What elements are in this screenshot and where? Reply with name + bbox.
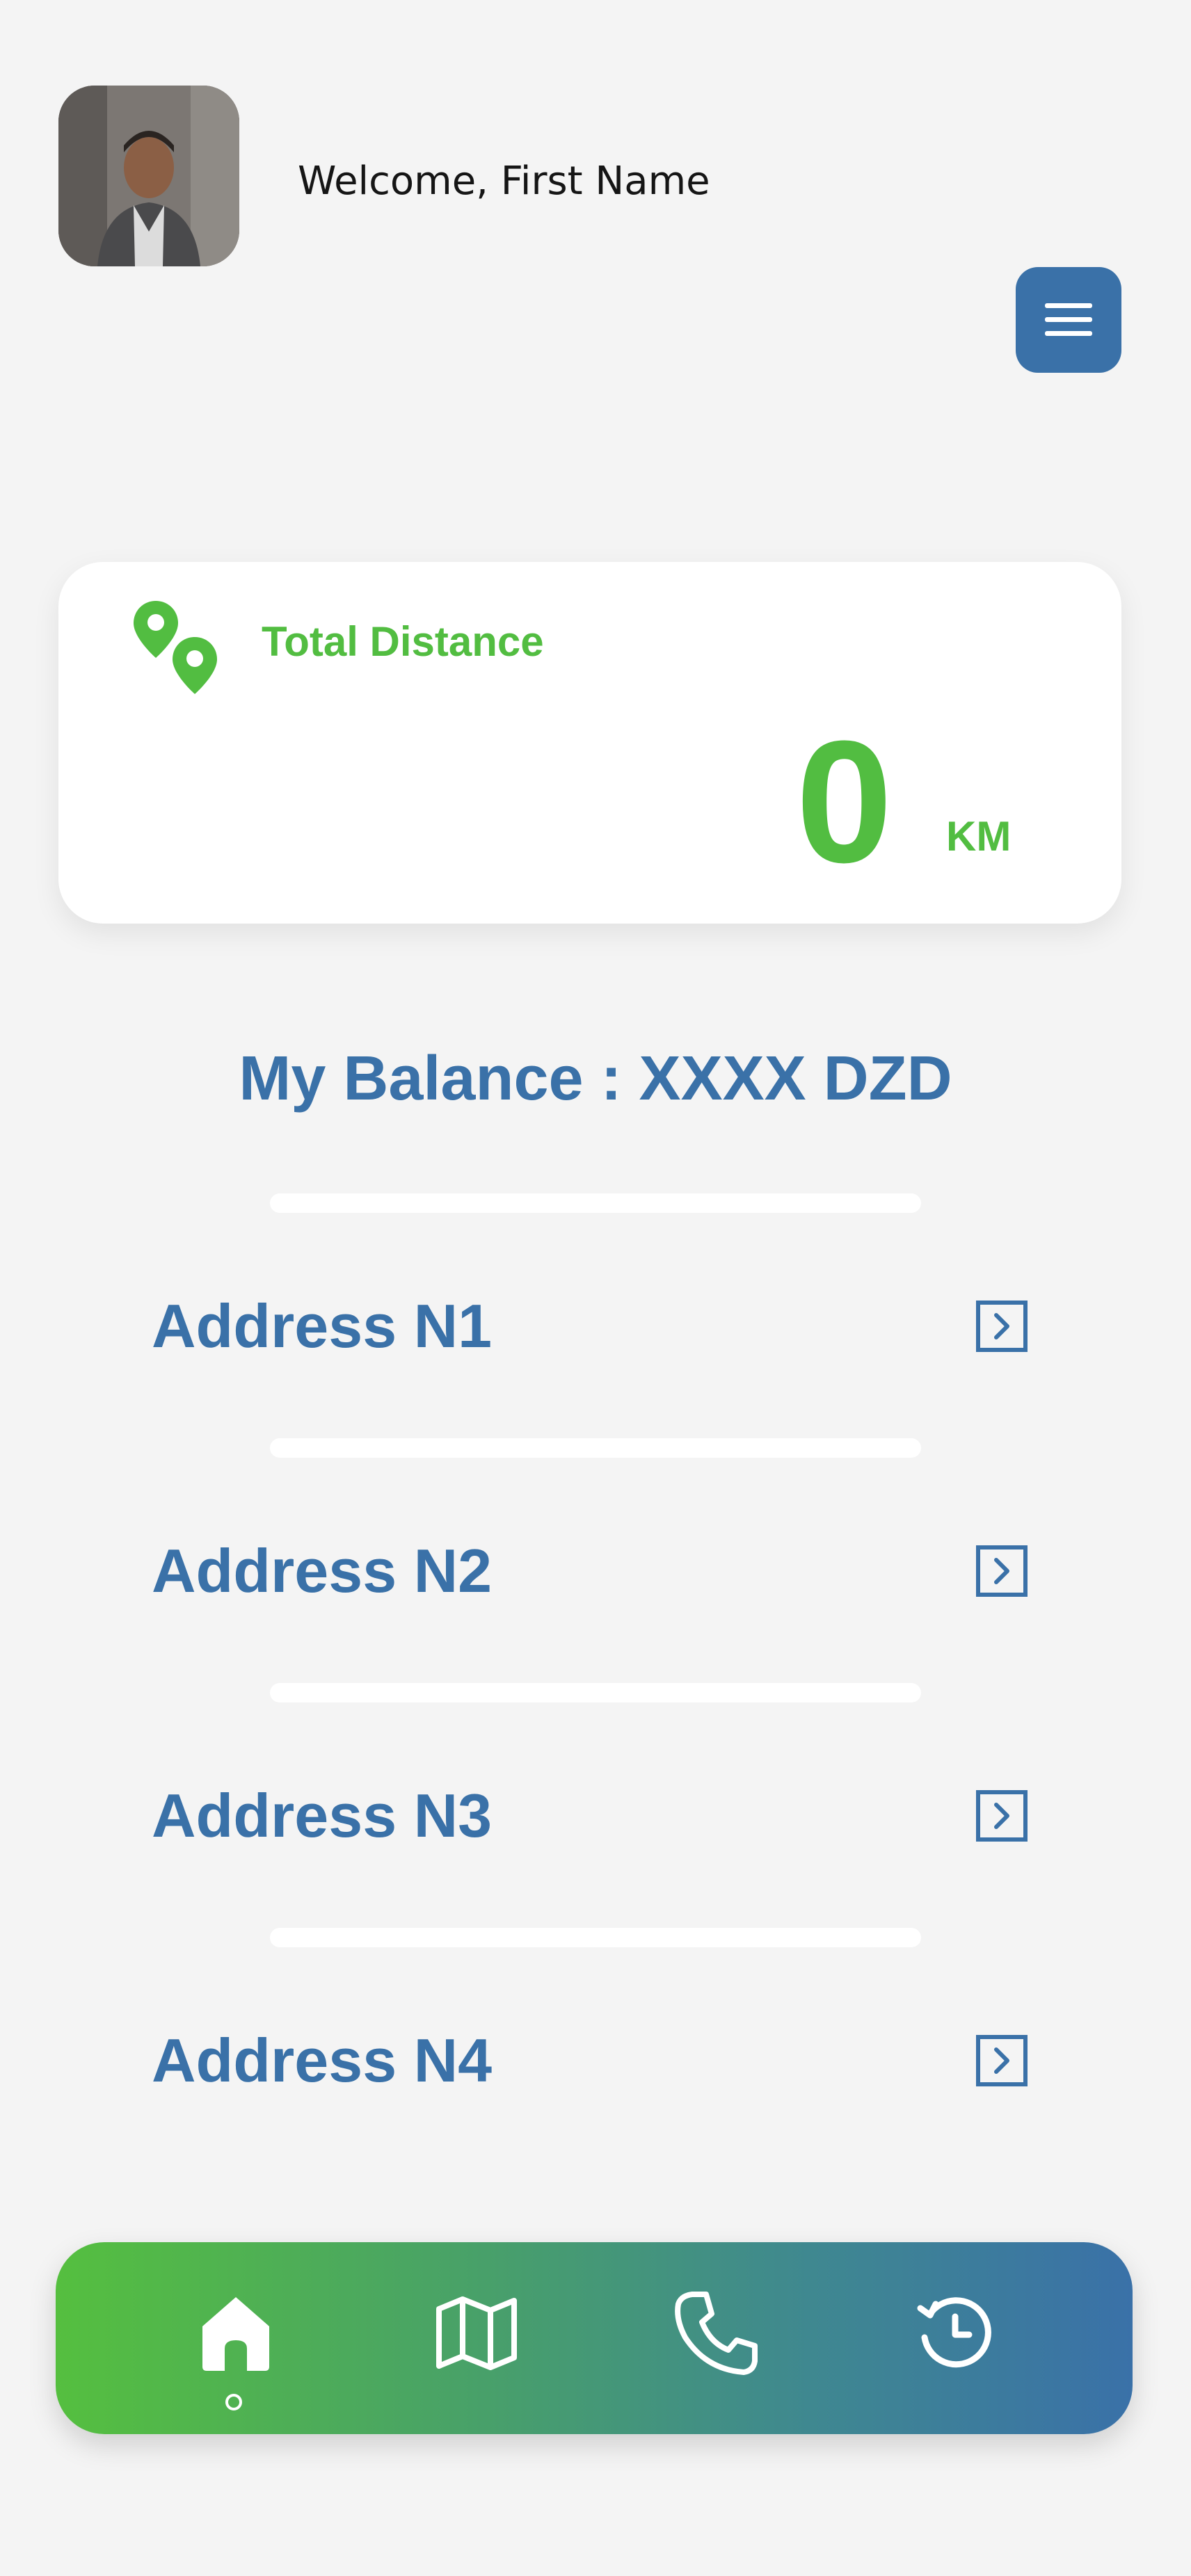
list-divider xyxy=(270,1193,921,1213)
menu-button[interactable] xyxy=(1016,267,1121,373)
home-icon xyxy=(202,2297,269,2371)
balance-text: My Balance : XXXX DZD xyxy=(239,1044,952,1113)
history-icon xyxy=(917,2297,991,2368)
total-distance-title: Total Distance xyxy=(262,618,544,665)
nav-call[interactable] xyxy=(664,2281,768,2385)
user-avatar-photo xyxy=(58,86,239,266)
total-distance-card: Total Distance 0 KM xyxy=(58,562,1121,924)
distance-value: 0 xyxy=(796,705,893,899)
arrow-right-square-icon[interactable] xyxy=(975,1789,1028,1842)
nav-map[interactable] xyxy=(424,2281,529,2385)
list-divider xyxy=(270,1438,921,1458)
arrow-right-square-icon[interactable] xyxy=(975,1300,1028,1353)
address-label: Address N1 xyxy=(152,1291,493,1360)
address-item-4[interactable]: Address N4 xyxy=(152,2015,1028,2106)
bottom-nav-bar xyxy=(56,2242,1133,2434)
avatar[interactable] xyxy=(58,86,239,266)
nav-active-indicator xyxy=(225,2394,242,2410)
list-divider xyxy=(270,1683,921,1702)
address-label: Address N3 xyxy=(152,1781,493,1850)
address-label: Address N2 xyxy=(152,1536,493,1605)
map-icon xyxy=(436,2296,517,2370)
welcome-text: Welcome, First Name xyxy=(298,159,710,204)
arrow-right-square-icon[interactable] xyxy=(975,2034,1028,2087)
address-item-3[interactable]: Address N3 xyxy=(152,1771,1028,1861)
distance-unit: KM xyxy=(946,813,1012,860)
map-pins-icon xyxy=(134,601,217,694)
address-item-2[interactable]: Address N2 xyxy=(152,1526,1028,1616)
hamburger-menu-icon xyxy=(1045,303,1092,336)
phone-icon xyxy=(675,2292,758,2375)
list-divider xyxy=(270,1928,921,1947)
address-item-1[interactable]: Address N1 xyxy=(152,1281,1028,1371)
nav-history[interactable] xyxy=(903,2281,1007,2385)
arrow-right-square-icon[interactable] xyxy=(975,1545,1028,1597)
nav-home[interactable] xyxy=(184,2281,288,2385)
address-label: Address N4 xyxy=(152,2026,493,2095)
